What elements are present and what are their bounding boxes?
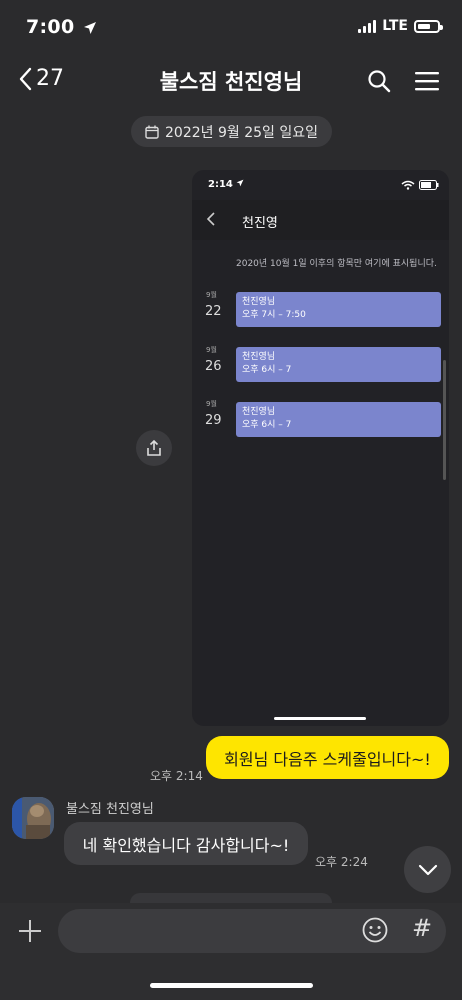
image-info-text: 2020년 10월 1일 이후의 항목만 여기에 표시됩니다.	[236, 259, 437, 269]
calendar-icon	[145, 125, 159, 139]
avatar[interactable]	[12, 797, 54, 839]
status-indicators: LTE	[358, 18, 443, 34]
battery-icon	[414, 19, 443, 33]
attach-button[interactable]	[16, 917, 44, 945]
hashtag-button[interactable]: #	[412, 914, 432, 942]
image-scrollbar	[443, 360, 446, 480]
image-app-header	[192, 200, 449, 240]
message-text: 네 확인했습니다 감사합니다~!	[82, 835, 290, 855]
image-status-icons	[401, 180, 439, 190]
profile-photo	[12, 797, 54, 839]
event-time: 오후 6시 – 7	[242, 365, 292, 375]
event-day: 26	[205, 359, 222, 374]
plus-icon	[19, 920, 41, 942]
event-day: 22	[205, 304, 222, 319]
wifi-icon	[401, 180, 415, 190]
date-text: 2022년 9월 25일 일요일	[165, 124, 318, 141]
other-message-bubble[interactable]: 네 확인했습니다 감사합니다~!	[64, 822, 308, 865]
search-button[interactable]	[364, 66, 394, 96]
message-time: 오후 2:14	[150, 769, 203, 783]
event-month: 9월	[206, 291, 217, 299]
my-message-bubble[interactable]: 회원님 다음주 스케줄입니다~!	[206, 736, 449, 779]
message-text: 회원님 다음주 스케줄입니다~!	[224, 749, 431, 769]
home-indicator	[150, 983, 313, 988]
chevron-down-icon	[418, 864, 437, 875]
event-time: 오후 6시 – 7	[242, 420, 292, 430]
event-month: 9월	[206, 346, 217, 354]
event-day: 29	[205, 413, 222, 428]
status-time: 7:00	[26, 16, 97, 38]
cellular-signal-icon	[358, 19, 377, 33]
event-card: 천진영님 오후 7시 – 7:50	[236, 292, 441, 327]
share-icon	[147, 439, 161, 456]
sender-name: 불스짐 천진영님	[66, 802, 154, 817]
network-type: LTE	[382, 18, 408, 34]
date-divider: 2022년 9월 25일 일요일	[131, 116, 332, 147]
battery-icon	[419, 180, 439, 190]
event-card: 천진영님 오후 6시 – 7	[236, 347, 441, 382]
emoji-icon	[362, 917, 388, 943]
event-title: 천진영님	[242, 407, 276, 417]
hamburger-menu-icon	[415, 72, 439, 91]
image-home-indicator	[274, 717, 366, 720]
share-button[interactable]	[136, 430, 172, 466]
message-time: 오후 2:24	[315, 855, 368, 869]
event-card: 천진영님 오후 6시 – 7	[236, 402, 441, 437]
event-time: 오후 7시 – 7:50	[242, 310, 306, 320]
shared-screenshot-image[interactable]: 2:14 천진영 2020년 10월 1일 이후의 항목만 여기에 표시됩니다.…	[192, 170, 449, 726]
search-icon	[368, 70, 391, 93]
location-arrow-icon	[84, 21, 97, 34]
emoji-button[interactable]	[362, 917, 388, 943]
scroll-to-bottom-button[interactable]	[404, 846, 451, 893]
event-month: 9월	[206, 400, 217, 408]
event-title: 천진영님	[242, 297, 276, 307]
image-title: 천진영	[242, 216, 278, 231]
menu-button[interactable]	[412, 66, 442, 96]
chevron-left-icon	[206, 212, 215, 226]
image-status-time: 2:14	[208, 179, 244, 190]
event-title: 천진영님	[242, 352, 276, 362]
location-arrow-icon	[236, 179, 244, 187]
